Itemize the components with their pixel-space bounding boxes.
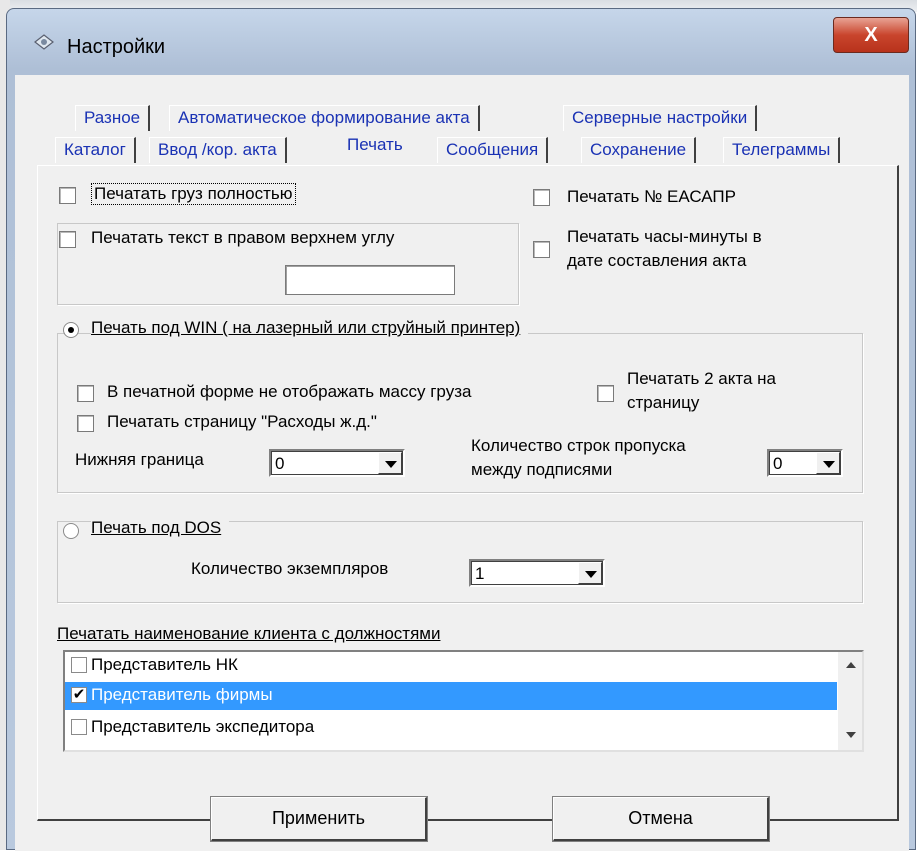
scroll-down-icon[interactable]	[846, 732, 856, 738]
dialog-client-area: Разное Автоматическое формирование акта …	[15, 75, 909, 851]
checkmark-icon[interactable]: ✔	[71, 687, 87, 703]
print-eacapr-checkbox[interactable]	[533, 189, 550, 206]
list-scrollbar[interactable]	[838, 652, 862, 750]
bottom-margin-label: Нижняя граница	[75, 450, 204, 469]
list-item[interactable]: Представитель экспедитора	[65, 714, 837, 742]
print-eacapr-label[interactable]: Печатать № ЕАСАПР	[567, 187, 736, 207]
chevron-down-icon[interactable]	[378, 452, 402, 474]
print-top-right-text-checkbox[interactable]	[59, 231, 76, 248]
tab-act-entry[interactable]: Ввод /кор. акта	[149, 137, 287, 163]
chevron-down-icon[interactable]	[578, 562, 602, 584]
client-roles-listbox[interactable]: Представитель НК ✔ Представитель фирмы П…	[63, 650, 864, 752]
hide-cargo-mass-checkbox[interactable]	[77, 385, 94, 402]
print-hours-minutes-checkbox[interactable]	[533, 241, 550, 258]
client-roles-label: Печатать наименование клиента с должност…	[57, 624, 441, 643]
print-cargo-full-checkbox[interactable]	[59, 187, 76, 204]
list-item[interactable]: Представитель НК	[65, 652, 837, 680]
bottom-margin-value: 0	[275, 454, 285, 473]
tab-auto-act[interactable]: Автоматическое формирование акта	[169, 105, 480, 131]
scroll-up-icon[interactable]	[846, 662, 856, 668]
win-print-label[interactable]: Печать под WIN ( на лазерный или струйны…	[91, 318, 529, 338]
bottom-margin-combo[interactable]: 0	[269, 449, 405, 477]
list-item-checkbox[interactable]	[71, 657, 87, 673]
copies-combo[interactable]: 1	[469, 559, 605, 587]
close-button[interactable]: X	[833, 17, 909, 53]
skip-lines-combo[interactable]: 0	[767, 449, 843, 477]
skip-lines-label-line2: между подписями	[471, 460, 613, 479]
dos-print-radio[interactable]	[63, 523, 79, 539]
list-item[interactable]: ✔ Представитель фирмы	[65, 682, 837, 710]
list-item-label: Представитель фирмы	[91, 685, 273, 704]
list-item-checkbox[interactable]	[71, 719, 87, 735]
tab-save[interactable]: Сохранение	[581, 137, 697, 163]
win-print-radio[interactable]	[63, 322, 79, 338]
tab-server-settings[interactable]: Серверные настройки	[563, 105, 758, 131]
settings-app-icon	[34, 34, 54, 50]
copies-label: Количество экземпляров	[191, 559, 389, 578]
print-cargo-full-label[interactable]: Печатать груз полностью	[91, 183, 296, 205]
tab-misc[interactable]: Разное	[75, 105, 151, 131]
chevron-down-icon[interactable]	[816, 452, 840, 474]
top-right-text-input[interactable]	[285, 265, 455, 295]
copies-value: 1	[475, 564, 485, 583]
list-item-label: Представитель НК	[91, 655, 238, 674]
tab-messages[interactable]: Сообщения	[437, 137, 549, 163]
print-hours-minutes-label-line1[interactable]: Печатать часы-минуты в	[567, 227, 762, 247]
tab-telegrams[interactable]: Телеграммы	[723, 137, 841, 163]
title-bar[interactable]: Настройки X	[7, 9, 915, 75]
apply-button[interactable]: Применить	[210, 796, 428, 842]
window-title: Настройки	[67, 36, 166, 58]
list-item-label: Представитель экспедитора	[91, 717, 315, 736]
hide-cargo-mass-label[interactable]: В печатной форме не отображать массу гру…	[107, 382, 471, 402]
skip-lines-label-line1: Количество строк пропуска	[471, 436, 686, 455]
skip-lines-value: 0	[773, 454, 783, 473]
two-acts-label-line2[interactable]: страницу	[627, 393, 699, 413]
two-acts-label-line1[interactable]: Печатать 2 акта на	[627, 369, 776, 389]
settings-window: Настройки X Разное Автоматическое формир…	[6, 8, 916, 851]
two-acts-checkbox[interactable]	[597, 385, 614, 402]
cancel-button[interactable]: Отмена	[552, 796, 770, 842]
tab-catalog[interactable]: Каталог	[55, 137, 136, 163]
print-top-right-text-label[interactable]: Печатать текст в правом верхнем углу	[91, 228, 399, 248]
dos-print-label[interactable]: Печать под DOS	[91, 518, 230, 538]
print-rail-expenses-checkbox[interactable]	[77, 415, 94, 432]
tab-print[interactable]: Печать	[339, 133, 411, 159]
print-rail-expenses-label[interactable]: Печатать страницу "Расходы ж.д."	[107, 412, 377, 432]
print-hours-minutes-label-line2[interactable]: дате составления акта	[567, 251, 746, 271]
